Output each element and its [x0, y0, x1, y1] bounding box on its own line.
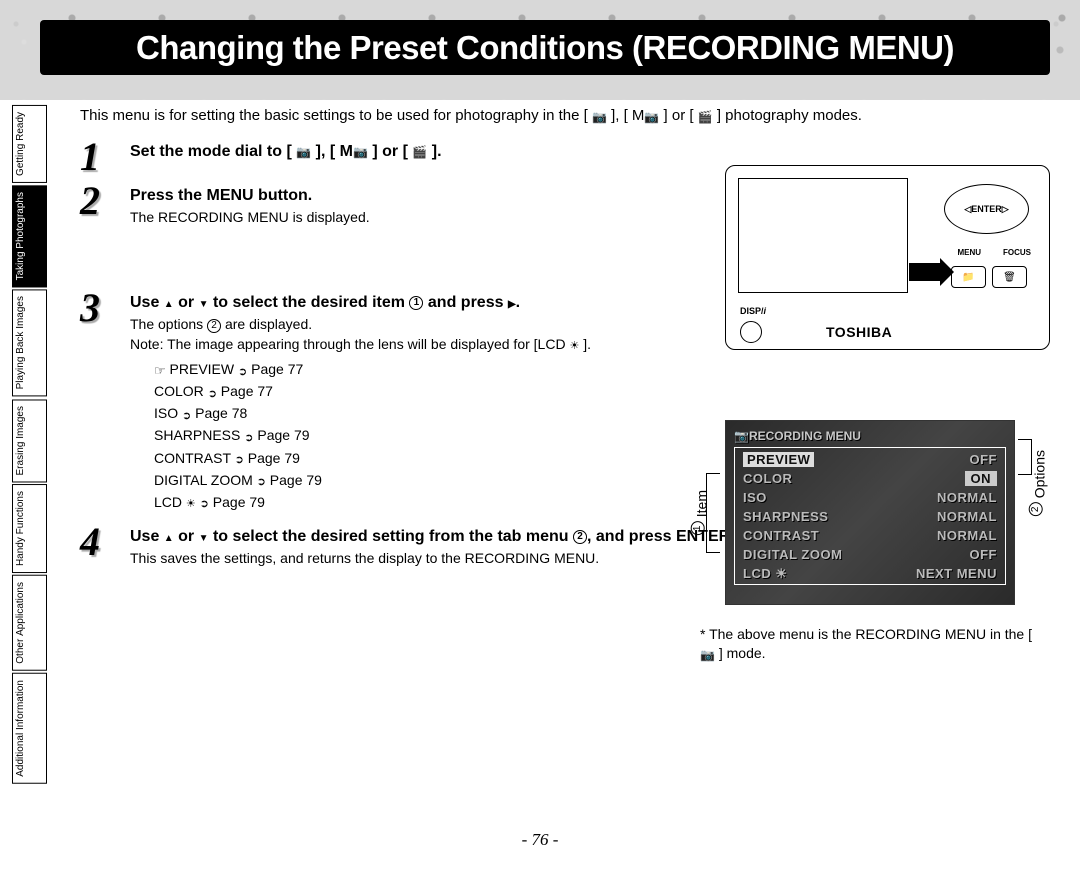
return-icon [257, 470, 266, 492]
step-number-3: 3 [80, 290, 130, 326]
camera-icon [296, 143, 311, 161]
tab-getting-ready[interactable]: Getting Ready [12, 105, 47, 183]
camera-m-icon [353, 143, 368, 161]
options-label: 2 Options [1029, 450, 1048, 516]
disp-button [740, 321, 762, 343]
video-icon [698, 106, 713, 127]
recording-menu-screenshot: 📷RECORDING MENU PREVIEWOFF COLORON ISONO… [725, 420, 1015, 605]
camera-lcd [738, 178, 908, 293]
circled-1-icon: 1 [409, 296, 423, 310]
return-icon [244, 426, 253, 448]
camera-illustration: ◁ ENTER ▷ MENU FOCUS 📁 🗑 DISP/i TOSHIBA [725, 165, 1050, 350]
tab-erasing-images[interactable]: Erasing Images [12, 399, 47, 482]
folder-button: 📁 [951, 266, 986, 288]
trash-button: 🗑 [992, 266, 1027, 288]
up-icon [164, 528, 174, 546]
brightness-icon [569, 335, 579, 355]
step-number-1: 1 [80, 139, 130, 175]
return-icon [200, 492, 209, 514]
menu-row-preview: PREVIEWOFF [737, 450, 1003, 469]
video-icon [412, 143, 427, 161]
menu-row-color: COLORON [737, 469, 1003, 488]
brand-logo: TOSHIBA [826, 324, 892, 340]
return-icon [235, 448, 244, 470]
down-icon [199, 294, 209, 312]
item-label: 1 Item [691, 490, 710, 535]
return-icon [182, 404, 191, 426]
return-icon [238, 360, 247, 382]
enter-button: ◁ ENTER ▷ [944, 184, 1029, 234]
menu-row-sharpness: SHARPNESSNORMAL [737, 507, 1003, 526]
right-icon [508, 294, 516, 312]
menu-row-digital-zoom: DIGITAL ZOOMOFF [737, 545, 1003, 564]
arrow-icon [909, 263, 944, 281]
menu-row-contrast: CONTRASTNORMAL [737, 526, 1003, 545]
page-number: - 76 - [0, 830, 1080, 850]
menu-row-iso: ISONORMAL [737, 488, 1003, 507]
up-icon [164, 294, 174, 312]
down-icon [199, 528, 209, 546]
step-number-2: 2 [80, 183, 130, 219]
menu-row-lcd: LCD ☀NEXT MENU [737, 564, 1003, 584]
focus-label: FOCUS [1003, 248, 1031, 257]
menu-footnote: * The above menu is the RECORDING MENU i… [700, 625, 1040, 664]
circled-2-icon: 2 [573, 530, 587, 544]
intro-text: This menu is for setting the basic setti… [80, 105, 1050, 127]
step-1-title: Set the mode dial to [ ], [ M ] or [ ]. [130, 143, 1050, 161]
tab-playing-back[interactable]: Playing Back Images [12, 289, 47, 396]
tab-handy-functions[interactable]: Handy Functions [12, 484, 47, 573]
tab-taking-photographs[interactable]: Taking Photographs [12, 185, 47, 287]
camera-m-icon [644, 106, 659, 127]
menu-label: MENU [957, 248, 981, 257]
pointer-icon [154, 360, 166, 382]
camera-icon [592, 106, 607, 127]
disp-label: DISP/i [740, 306, 766, 316]
section-tabs: Getting Ready Taking Photographs Playing… [12, 105, 47, 784]
menu-header: 📷RECORDING MENU [734, 429, 1006, 443]
circled-2-icon: 2 [207, 319, 221, 333]
brightness-icon [186, 492, 196, 514]
tab-other-applications[interactable]: Other Applications [12, 575, 47, 671]
return-icon [208, 382, 217, 404]
step-number-4: 4 [80, 524, 130, 560]
camera-icon [700, 645, 715, 664]
tab-additional-info[interactable]: Additional Information [12, 673, 47, 784]
page-title: Changing the Preset Conditions (RECORDIN… [40, 20, 1050, 75]
